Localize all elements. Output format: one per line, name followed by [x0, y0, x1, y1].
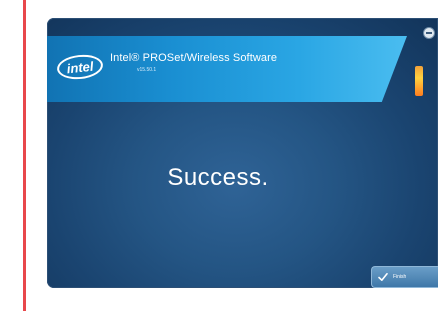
- version-label: v15.50.1: [137, 67, 157, 73]
- logo-text: intel: [65, 58, 95, 76]
- checkmark-icon: [378, 273, 388, 281]
- close-icon[interactable]: [423, 27, 435, 39]
- success-message: Success.: [167, 164, 269, 191]
- finish-button-label: Finish: [393, 274, 407, 280]
- product-title: Intel® PROSet/Wireless Software: [110, 52, 278, 64]
- finish-button[interactable]: Finish: [371, 266, 438, 288]
- decorative-color-bar: [415, 66, 423, 96]
- dialog-window: intel Intel® PROSet/Wireless Software v1…: [47, 18, 438, 288]
- left-red-rule: [23, 0, 26, 311]
